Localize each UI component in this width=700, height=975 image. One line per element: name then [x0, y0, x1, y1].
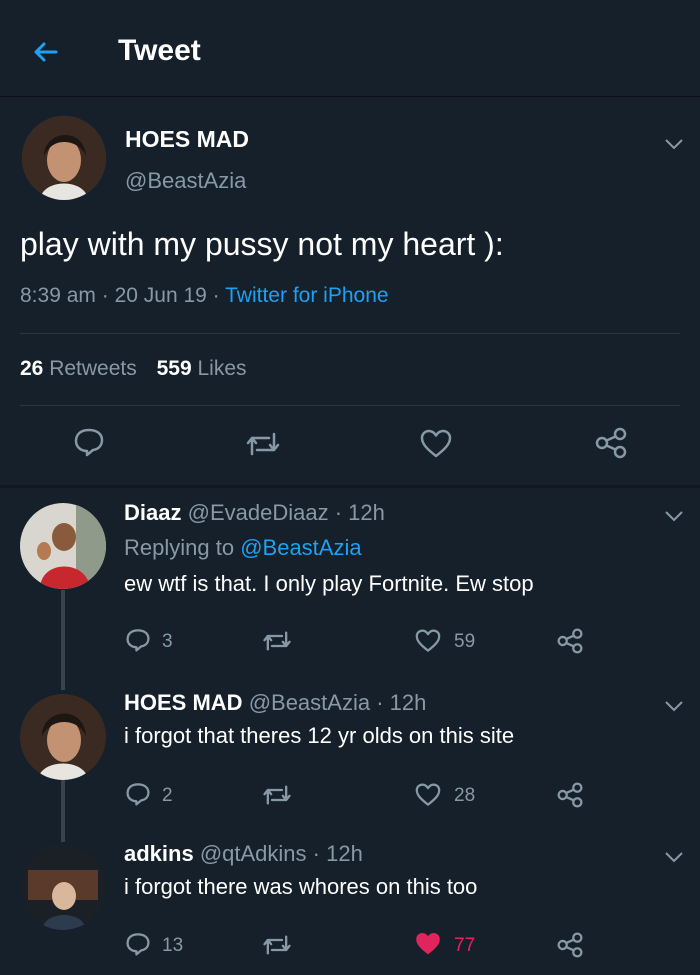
reply-text: i forgot that theres 12 yr olds on this … — [124, 723, 515, 748]
divider — [20, 333, 680, 334]
reply-count: 3 — [162, 631, 173, 652]
avatar[interactable] — [20, 694, 106, 780]
reply-header: adkins @qtAdkins · 12h — [124, 841, 363, 867]
thread-line — [61, 590, 65, 690]
reply-icon[interactable] — [125, 628, 151, 652]
author-handle[interactable]: @BeastAzia — [125, 168, 246, 194]
reply-icon[interactable] — [73, 427, 105, 457]
reply-icon[interactable] — [125, 782, 151, 806]
like-count: 28 — [454, 785, 476, 806]
reply-count: 13 — [162, 935, 184, 956]
retweets-count: 26 — [20, 357, 44, 380]
chevron-down-icon[interactable] — [662, 136, 686, 152]
reply-display-name[interactable]: HOES MAD — [124, 690, 243, 715]
reply-display-name[interactable]: Diaaz — [124, 500, 181, 525]
replying-to-label: Replying to — [124, 535, 235, 560]
divider — [20, 405, 680, 406]
share-icon[interactable] — [556, 628, 584, 654]
avatar[interactable] — [22, 116, 106, 200]
reply-handle[interactable]: @qtAdkins — [200, 841, 307, 866]
like-heart-icon[interactable] — [414, 629, 442, 653]
like-count: 77 — [454, 935, 476, 956]
reply-text: i forgot there was whores on this too — [124, 874, 478, 899]
tweet-source-link[interactable]: Twitter for iPhone — [225, 284, 388, 307]
replying-to: Replying to @BeastAzia — [124, 535, 362, 561]
retweets-stat[interactable]: 26 Retweets — [20, 357, 143, 380]
reply-header: HOES MAD @BeastAzia · 12h — [124, 690, 426, 716]
author-display-name[interactable]: HOES MAD — [125, 126, 249, 153]
thread-line — [61, 780, 65, 842]
chevron-down-icon[interactable] — [662, 698, 686, 714]
likes-label: Likes — [197, 357, 247, 380]
retweet-icon[interactable] — [245, 430, 281, 458]
tweet-stats: 26 Retweets 559 Likes — [20, 357, 247, 381]
reply-handle[interactable]: @BeastAzia — [249, 690, 370, 715]
page-title: Tweet — [118, 34, 201, 67]
reply-time: · 12h — [376, 690, 427, 715]
reply-icon[interactable] — [125, 932, 151, 956]
tweet-date: 20 Jun 19 — [114, 284, 207, 307]
chevron-down-icon[interactable] — [662, 508, 686, 524]
retweets-label: Retweets — [49, 357, 137, 380]
like-heart-icon[interactable] — [419, 429, 453, 459]
like-count: 59 — [454, 631, 476, 652]
tweet-meta: 8:39 am · 20 Jun 19 · Twitter for iPhone — [20, 284, 389, 308]
reply-count: 2 — [162, 785, 173, 806]
chevron-down-icon[interactable] — [662, 849, 686, 865]
meta-separator: · — [212, 284, 220, 307]
reply-handle[interactable]: @EvadeDiaaz — [188, 500, 329, 525]
share-icon[interactable] — [556, 932, 584, 958]
like-heart-icon[interactable] — [414, 783, 442, 807]
replying-to-handle[interactable]: @BeastAzia — [240, 535, 361, 560]
likes-count: 559 — [156, 357, 192, 380]
tweet-text: play with my pussy not my heart ): — [20, 226, 504, 262]
likes-stat[interactable]: 559 Likes — [157, 357, 247, 380]
top-bar: Tweet — [0, 0, 700, 97]
back-arrow-icon[interactable] — [22, 32, 66, 72]
share-icon[interactable] — [556, 782, 584, 808]
reply-time: · 12h — [312, 841, 363, 866]
share-icon[interactable] — [594, 427, 628, 459]
retweet-icon[interactable] — [262, 629, 292, 653]
avatar[interactable] — [20, 844, 106, 930]
reply-time: · 12h — [334, 500, 385, 525]
meta-separator: · — [101, 284, 109, 307]
reply-header: Diaaz @EvadeDiaaz · 12h — [124, 500, 385, 526]
reply-text: ew wtf is that. I only play Fortnite. Ew… — [124, 571, 534, 596]
section-divider — [0, 485, 700, 488]
reply-display-name[interactable]: adkins — [124, 841, 194, 866]
liked-heart-icon[interactable] — [414, 932, 442, 956]
retweet-icon[interactable] — [262, 933, 292, 957]
tweet-time: 8:39 am — [20, 284, 96, 307]
avatar[interactable] — [20, 503, 106, 589]
retweet-icon[interactable] — [262, 783, 292, 807]
